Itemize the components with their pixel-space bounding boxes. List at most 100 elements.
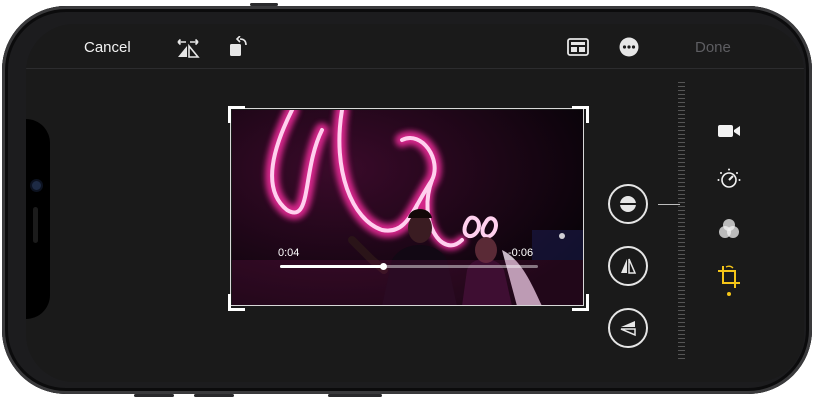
dial-tick: [678, 318, 685, 319]
dial-tick: [678, 350, 685, 351]
video-preview[interactable]: 0:04 -0:06: [232, 110, 584, 306]
vertical-perspective-icon: [621, 258, 637, 274]
crop-tab[interactable]: [716, 264, 742, 290]
dial-tick: [678, 246, 685, 247]
dial-tick: [678, 298, 685, 299]
dial-tick: [678, 90, 685, 91]
dial-tick: [678, 226, 685, 227]
dial-tick: [678, 266, 685, 267]
dial-tick: [678, 338, 685, 339]
dial-tick: [678, 254, 685, 255]
earpiece-speaker: [33, 207, 38, 243]
dial-tick: [678, 202, 685, 203]
horizontal-perspective-button[interactable]: [608, 308, 648, 348]
active-tab-indicator: [727, 292, 731, 296]
dial-tick: [678, 282, 685, 283]
dial-tick: [678, 278, 685, 279]
video-scrubber[interactable]: [280, 263, 538, 270]
editor-screen: Cancel Done 0:04 -0:06: [26, 24, 804, 382]
dial-tick: [678, 186, 685, 187]
dial-tick: [678, 122, 685, 123]
dial-tick: [678, 198, 685, 199]
crop-icon: [718, 265, 740, 288]
dial-tick: [678, 302, 685, 303]
adjust-icon: [717, 168, 741, 188]
neon-sign-image: [232, 110, 584, 306]
done-button[interactable]: Done: [695, 39, 731, 56]
dial-tick: [678, 230, 685, 231]
dial-tick: [678, 190, 685, 191]
horizontal-perspective-icon: [620, 321, 636, 337]
dial-tick: [678, 126, 685, 127]
dial-tick: [678, 210, 685, 211]
dial-tick: [678, 94, 685, 95]
filters-tab[interactable]: [716, 216, 742, 242]
dial-tick: [678, 358, 685, 359]
dial-tick: [678, 262, 685, 263]
dial-tick: [678, 238, 685, 239]
dial-tick: [678, 250, 685, 251]
dial-tick: [678, 294, 685, 295]
dial-tick: [678, 274, 685, 275]
dial-tick: [678, 134, 685, 135]
dial-tick: [678, 258, 685, 259]
dial-tick: [678, 102, 685, 103]
front-camera: [32, 181, 41, 190]
dial-tick: [678, 170, 685, 171]
video-tab[interactable]: [716, 118, 742, 144]
dial-tick: [678, 178, 685, 179]
dial-tick: [678, 222, 685, 223]
remaining-time: -0:06: [508, 247, 534, 259]
dial-tick: [678, 354, 685, 355]
dial-tick: [678, 214, 685, 215]
dial-tick: [678, 158, 685, 159]
dial-tick: [678, 194, 685, 195]
top-toolbar: Cancel Done: [26, 24, 804, 69]
dial-tick: [678, 242, 685, 243]
dial-tick: [678, 326, 685, 327]
dial-tick: [678, 342, 685, 343]
dial-tick: [678, 310, 685, 311]
dial-tick: [678, 346, 685, 347]
flip-mirror-icon[interactable]: [176, 36, 200, 63]
scrubber-progress: [280, 265, 384, 268]
dial-tick: [678, 130, 685, 131]
dial-tick: [678, 86, 685, 87]
volume-down-button: [194, 394, 234, 397]
adjust-tab[interactable]: [716, 166, 742, 192]
phone-body: Cancel Done 0:04 -0:06: [2, 3, 812, 397]
dial-tick: [678, 110, 685, 111]
filters-icon: [719, 219, 739, 238]
rotate-icon[interactable]: [228, 35, 250, 63]
elapsed-time: 0:04: [278, 247, 300, 259]
side-button: [328, 394, 382, 397]
dial-tick: [678, 334, 685, 335]
more-options-icon[interactable]: [618, 36, 640, 63]
dial-tick: [678, 330, 685, 331]
vertical-perspective-button[interactable]: [608, 246, 648, 286]
dial-tick: [678, 162, 685, 163]
dial-tick: [678, 286, 685, 287]
video-icon: [718, 125, 740, 137]
dial-tick: [678, 270, 685, 271]
dial-tick: [678, 142, 685, 143]
dial-tick: [678, 218, 685, 219]
dial-indicator: [658, 204, 680, 205]
cancel-button[interactable]: Cancel: [84, 39, 131, 56]
dial-tick: [678, 306, 685, 307]
dial-tick: [678, 166, 685, 167]
silent-switch: [250, 3, 278, 6]
dial-tick: [678, 182, 685, 183]
aspect-ratio-icon[interactable]: [566, 36, 590, 63]
dial-tick: [678, 322, 685, 323]
dial-tick: [678, 146, 685, 147]
dial-tick: [678, 114, 685, 115]
dial-tick: [678, 314, 685, 315]
dial-tick: [678, 154, 685, 155]
dial-tick: [678, 82, 685, 83]
dial-tick: [678, 118, 685, 119]
dial-tick: [678, 234, 685, 235]
dial-tick: [678, 150, 685, 151]
volume-up-button: [134, 394, 174, 397]
straighten-button[interactable]: [608, 184, 648, 224]
